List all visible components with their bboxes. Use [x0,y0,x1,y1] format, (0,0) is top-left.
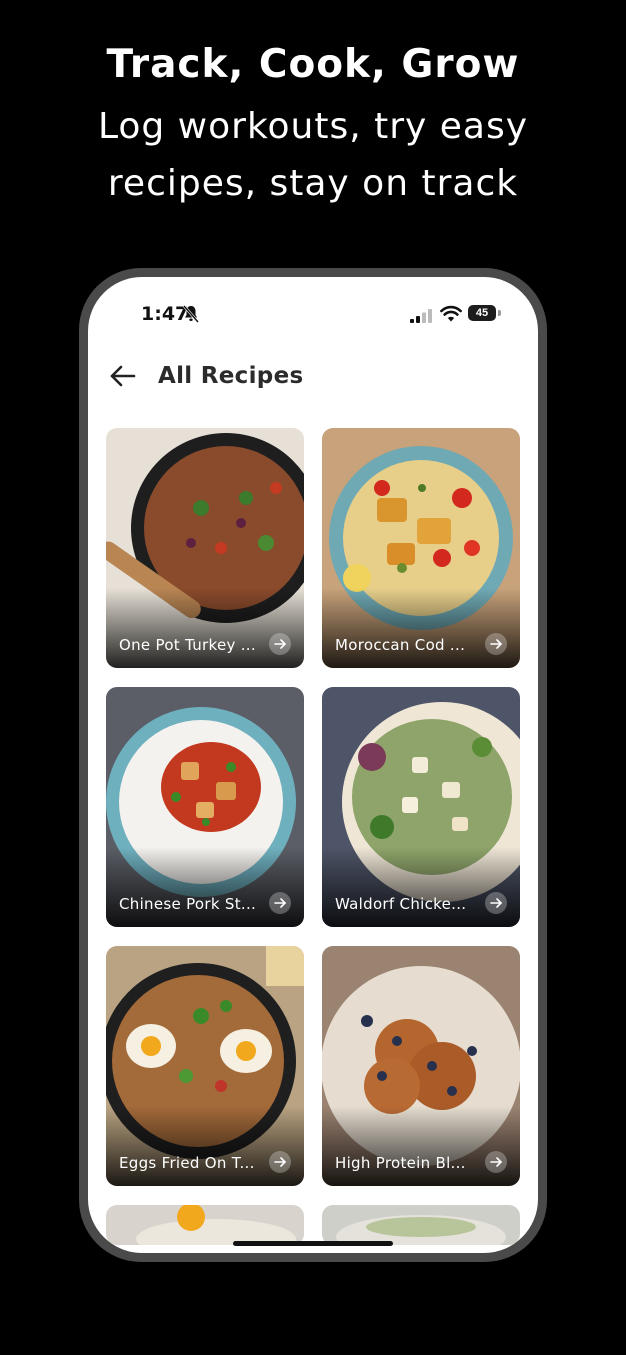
recipe-title: Eggs Fried On T... [119,1154,255,1172]
arrow-right-icon[interactable] [485,892,507,914]
recipe-image [322,1205,520,1245]
bell-slash-icon [183,305,199,323]
card-shade [106,847,304,927]
card-shade [106,588,304,668]
phone-frame: 1:47 45 All Recipes One Pot Turkey ... M… [79,268,547,1262]
promo-subtitle-line-1: Log workouts, try easy [97,106,529,147]
promo-subtitle-line-2: recipes, stay on track [107,163,519,204]
recipe-card-chinese-pork[interactable]: Chinese Pork St... [106,687,304,927]
card-shade [322,588,520,668]
app-screen: 1:47 45 All Recipes One Pot Turkey ... M… [88,277,538,1253]
recipe-title: Waldorf Chicke... [335,895,467,913]
status-time: 1:47 [141,303,189,325]
wifi-icon [440,305,462,322]
card-shade [322,1106,520,1186]
card-shade [322,847,520,927]
recipe-image [106,1205,304,1245]
recipe-card-moroccan-cod[interactable]: Moroccan Cod ... [322,428,520,668]
arrow-left-icon[interactable] [108,361,138,391]
recipe-card-eggs-fried[interactable]: Eggs Fried On T... [106,946,304,1186]
arrow-right-icon[interactable] [269,892,291,914]
home-indicator[interactable] [233,1241,393,1246]
recipe-card-waldorf-chicken[interactable]: Waldorf Chicke... [322,687,520,927]
promo-title: Track, Cook, Grow [106,42,520,87]
promo-subtitle: Log workouts, try easy recipes, stay on … [0,98,626,212]
recipe-card-one-pot-turkey[interactable]: One Pot Turkey ... [106,428,304,668]
recipe-card-partial-2[interactable] [322,1205,520,1245]
card-shade [106,1106,304,1186]
signal-icon [410,309,432,323]
arrow-right-icon[interactable] [485,1151,507,1173]
recipe-card-high-protein[interactable]: High Protein Bl... [322,946,520,1186]
battery-tip [498,310,501,316]
recipe-card-partial-1[interactable] [106,1205,304,1245]
recipe-title: Chinese Pork St... [119,895,257,913]
arrow-right-icon[interactable] [269,633,291,655]
arrow-right-icon[interactable] [269,1151,291,1173]
recipe-title: One Pot Turkey ... [119,636,256,654]
page-title: All Recipes [158,363,304,389]
battery-icon: 45 [468,305,496,321]
recipe-title: High Protein Bl... [335,1154,466,1172]
arrow-right-icon[interactable] [485,633,507,655]
recipe-title: Moroccan Cod ... [335,636,466,654]
